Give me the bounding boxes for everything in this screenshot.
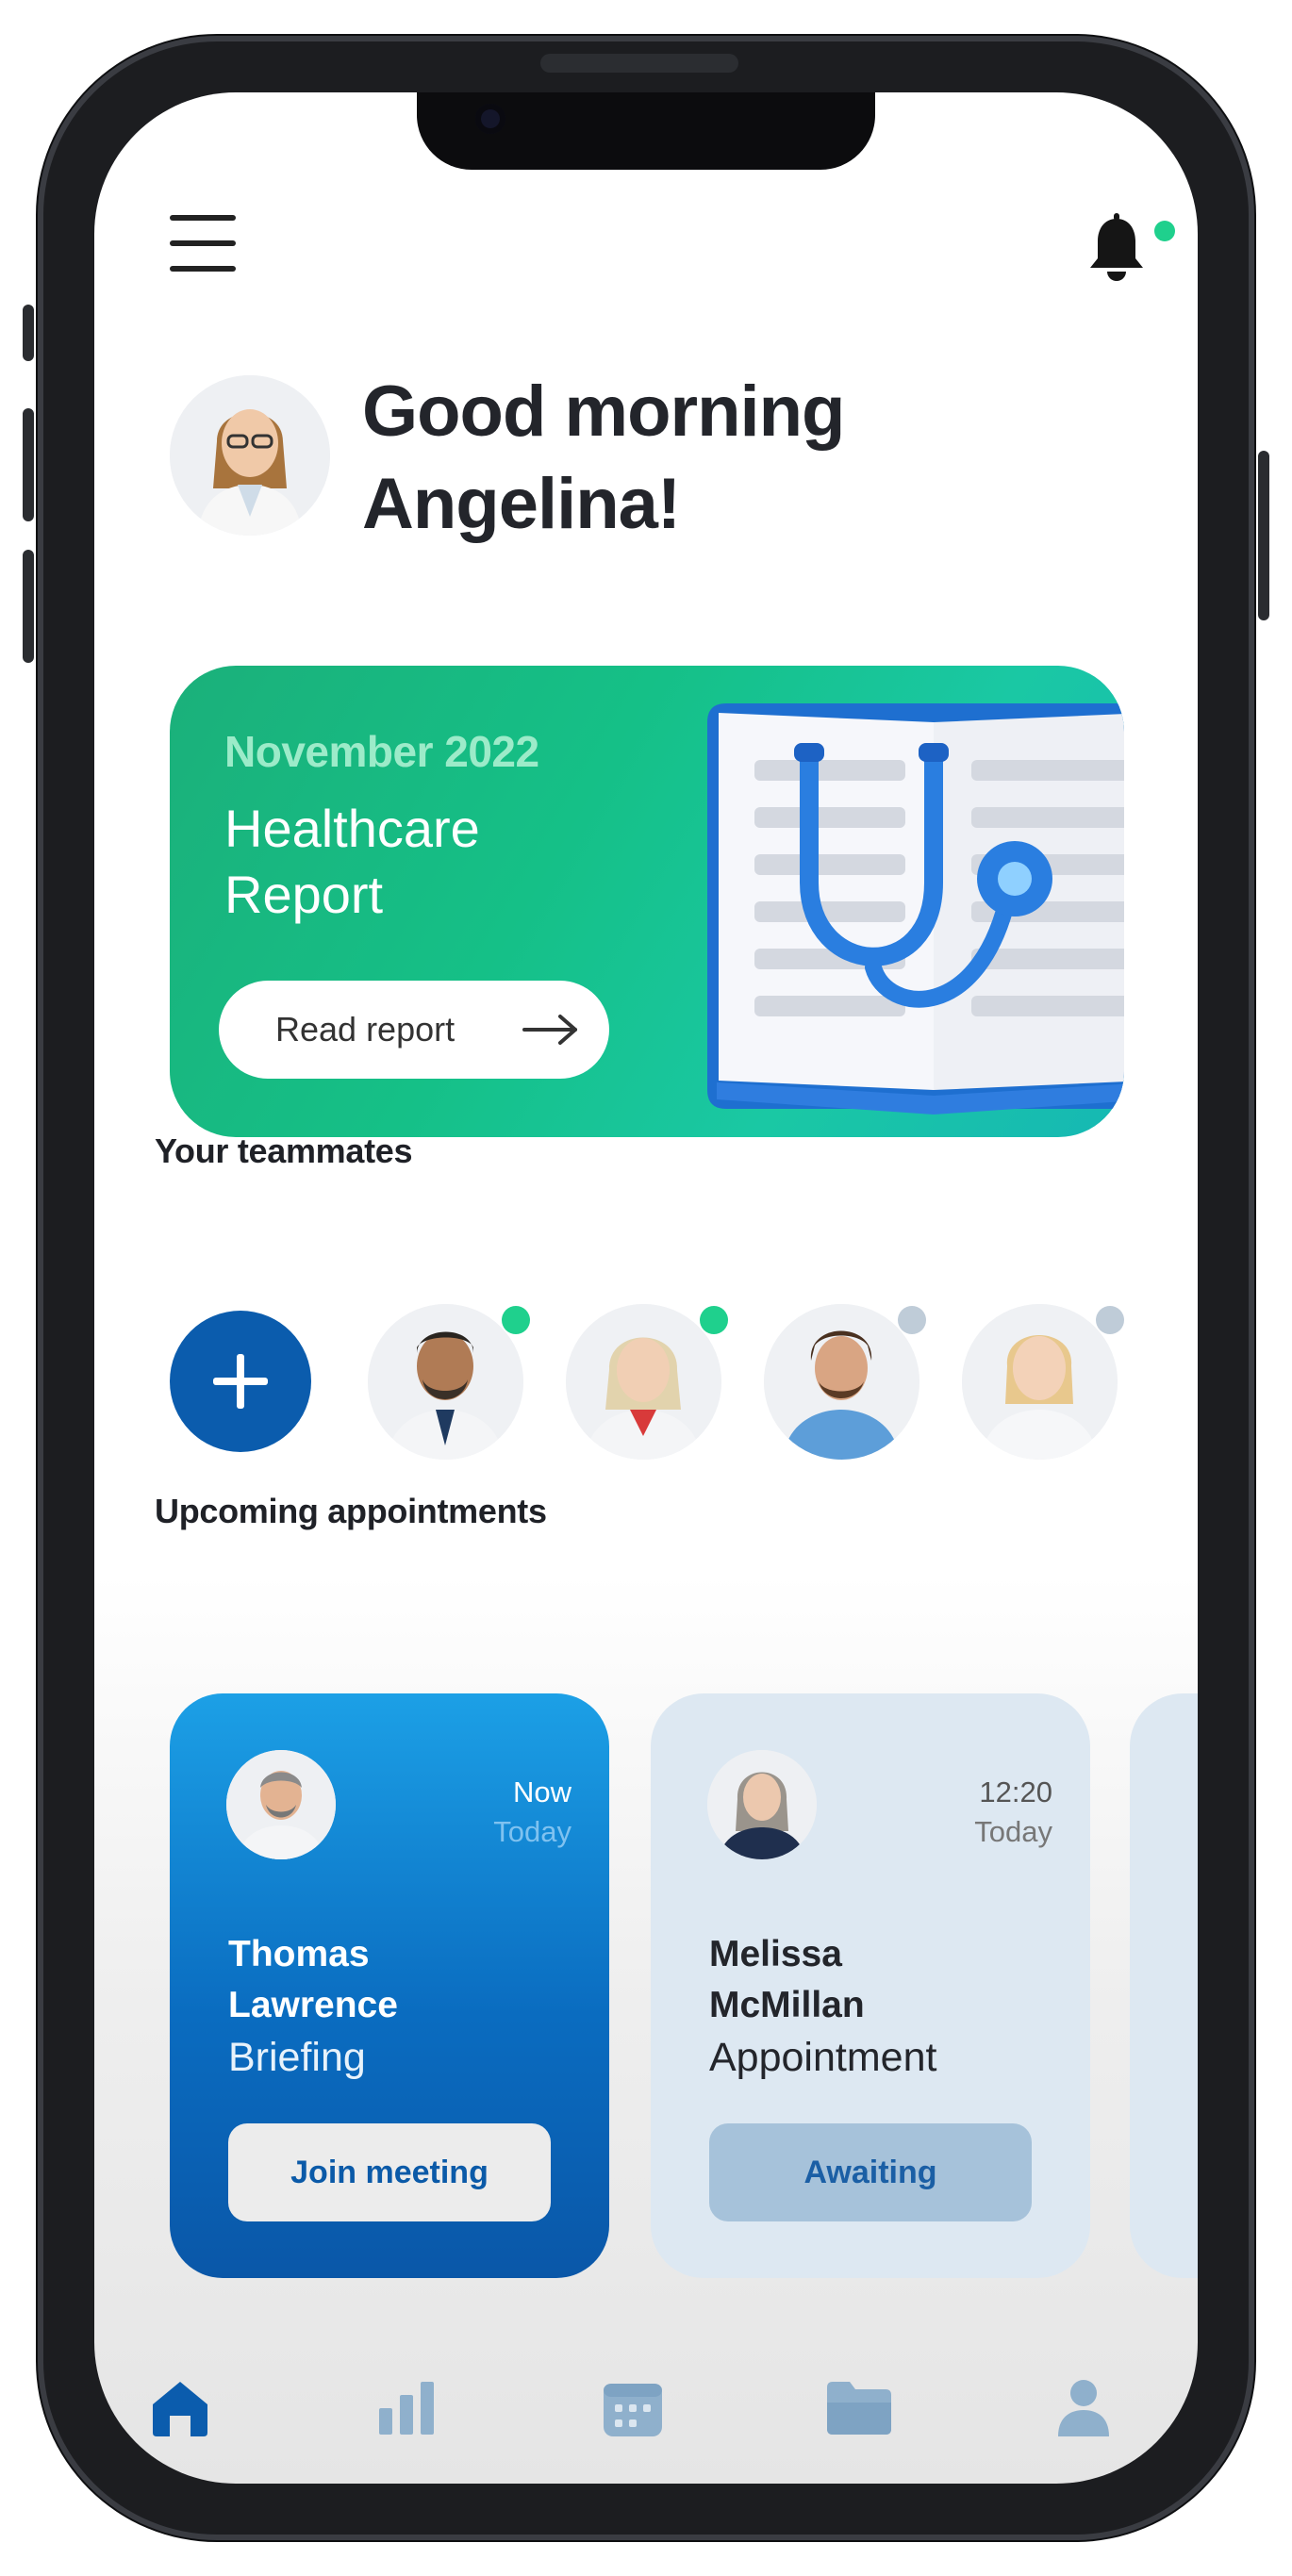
appointments-title: Upcoming appointments: [155, 1492, 547, 1530]
teammate-avatar[interactable]: [764, 1304, 919, 1460]
join-meeting-button[interactable]: Join meeting: [228, 2123, 551, 2221]
volume-down-button: [23, 550, 34, 663]
notch: [417, 92, 875, 170]
healthcare-report-card[interactable]: November 2022 Healthcare Report Read rep…: [170, 666, 1124, 1137]
menu-button[interactable]: [170, 215, 238, 272]
appointment-avatar: [226, 1750, 336, 1859]
appointment-card[interactable]: Now Today Thomas Lawrence Briefing Join …: [170, 1693, 609, 2278]
greeting-line-2: Angelina!: [362, 464, 681, 544]
male-doctor-portrait-icon: [226, 1750, 336, 1859]
male-nurse-portrait-icon: [764, 1304, 919, 1460]
appointment-day: Today: [974, 1815, 1052, 1848]
female-doctor-portrait-icon: [566, 1304, 721, 1460]
teammate-online-dot: [700, 1306, 728, 1334]
hamburger-menu-icon: [170, 215, 236, 221]
teammates-title: Your teammates: [155, 1131, 413, 1170]
teammate-avatar[interactable]: [368, 1304, 523, 1460]
read-report-label: Read report: [275, 1010, 456, 1049]
female-doctor-portrait-icon: [962, 1304, 1118, 1460]
add-teammate-button[interactable]: [170, 1311, 311, 1452]
teammate-avatar[interactable]: [566, 1304, 721, 1460]
appointment-type: Appointment: [709, 2035, 937, 2080]
greeting-text: Good morning Angelina!: [362, 366, 845, 551]
volume-up-button: [23, 408, 34, 521]
arrow-right-icon: [522, 1015, 577, 1045]
appointment-first-name: Melissa: [709, 1934, 842, 1974]
app-screen: Good morning Angelina! November 2022 Hea…: [94, 92, 1198, 2484]
teammate-offline-dot: [1096, 1306, 1124, 1334]
phone-frame: Good morning Angelina! November 2022 Hea…: [23, 36, 1269, 2540]
greeting-line-1: Good morning: [362, 372, 845, 452]
appointment-last-name: Lawrence: [228, 1985, 398, 2025]
teammate-online-dot: [502, 1306, 530, 1334]
report-date: November 2022: [224, 727, 539, 776]
tab-files[interactable]: [817, 2365, 902, 2450]
report-title: Healthcare Report: [224, 796, 480, 928]
male-doctor-portrait-icon: [368, 1304, 523, 1460]
appointment-first-name: Thomas: [228, 1934, 370, 1974]
front-camera: [475, 104, 505, 134]
mute-switch: [23, 305, 34, 361]
appointment-time: 12:20 Today: [974, 1773, 1052, 1852]
awaiting-button[interactable]: Awaiting: [709, 2123, 1032, 2221]
tab-calendar[interactable]: [590, 2365, 675, 2450]
earpiece-speaker: [540, 54, 738, 73]
appointment-card[interactable]: 12:20 Today Melissa McMillan Appointment…: [651, 1693, 1090, 2278]
tab-profile[interactable]: [1041, 2365, 1126, 2450]
appointment-day: Today: [493, 1815, 571, 1848]
plus-icon: [213, 1354, 268, 1409]
folder-icon: [827, 2382, 891, 2435]
menu-line: [170, 240, 236, 246]
profile-icon: [1058, 2380, 1109, 2436]
home-icon: [153, 2382, 207, 2436]
report-title-line-1: Healthcare: [224, 799, 480, 858]
appointment-time-value: Now: [512, 1775, 571, 1808]
appointment-person-name: Melissa McMillan: [709, 1929, 865, 2031]
female-patient-portrait-icon: [707, 1750, 817, 1859]
bar-chart-icon: [379, 2382, 434, 2435]
doctor-portrait-icon: [170, 375, 330, 536]
bottom-tab-bar: [94, 2365, 1198, 2484]
notification-dot: [1154, 221, 1175, 241]
menu-line: [170, 266, 236, 272]
appointment-last-name: McMillan: [709, 1985, 865, 2025]
report-title-line-2: Report: [224, 865, 384, 924]
tab-statistics[interactable]: [364, 2365, 449, 2450]
appointment-time-value: 12:20: [979, 1775, 1052, 1808]
stethoscope-book-illustration: [707, 703, 1124, 1115]
appointment-time: Now Today: [493, 1773, 571, 1852]
appointment-type: Briefing: [228, 2035, 366, 2080]
power-button: [1258, 451, 1269, 620]
appointment-card-partial[interactable]: [1130, 1693, 1198, 2278]
tab-home[interactable]: [138, 2365, 223, 2450]
teammate-avatar[interactable]: [962, 1304, 1118, 1460]
bell-icon[interactable]: [1086, 213, 1147, 285]
user-avatar[interactable]: [170, 375, 330, 536]
read-report-button[interactable]: Read report: [219, 981, 609, 1079]
appointment-avatar: [707, 1750, 817, 1859]
calendar-icon: [604, 2384, 662, 2436]
teammate-offline-dot: [898, 1306, 926, 1334]
appointment-person-name: Thomas Lawrence: [228, 1929, 398, 2031]
